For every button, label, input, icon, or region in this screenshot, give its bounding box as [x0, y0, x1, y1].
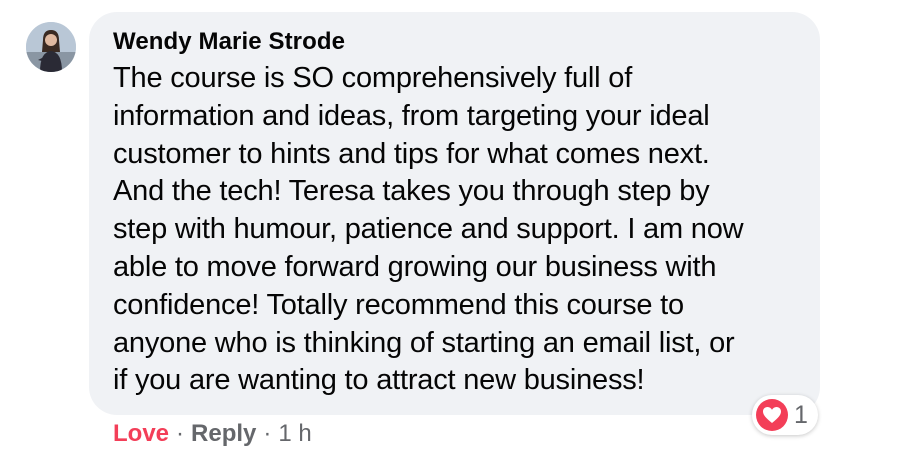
comment-bubble: Wendy Marie Strode The course is SO comp…	[89, 12, 820, 415]
reaction-summary[interactable]: 1	[752, 395, 818, 435]
separator: ·	[176, 420, 185, 447]
avatar[interactable]	[26, 22, 76, 72]
timestamp[interactable]: 1 h	[278, 418, 311, 450]
reply-button[interactable]: Reply	[191, 418, 256, 450]
reaction-count: 1	[794, 400, 808, 429]
heart-icon	[756, 399, 788, 431]
profile-photo-icon	[26, 22, 76, 72]
love-button[interactable]: Love	[113, 418, 169, 450]
comment-actions: Love · Reply · 1 h	[113, 418, 312, 450]
comment-author[interactable]: Wendy Marie Strode	[113, 26, 798, 58]
comment: Wendy Marie Strode The course is SO comp…	[0, 0, 898, 458]
separator: ·	[263, 420, 272, 447]
comment-text: The course is SO comprehensively full of…	[113, 62, 744, 397]
